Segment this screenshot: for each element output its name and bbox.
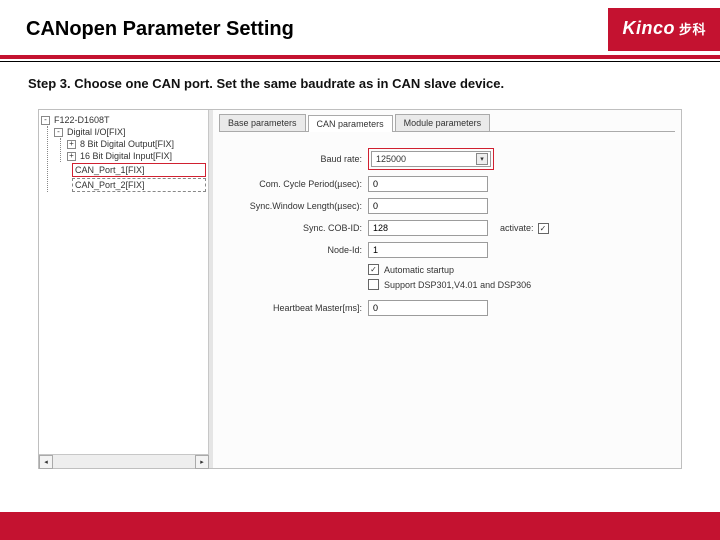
- expand-icon[interactable]: +: [67, 152, 76, 161]
- parameter-panel: Base parameters CAN parameters Module pa…: [213, 110, 681, 468]
- brand-logo: Kinco步科: [608, 8, 720, 51]
- divider-red: [0, 55, 720, 59]
- tree-item[interactable]: Digital I/O[FIX]: [67, 127, 126, 137]
- scroll-right-icon[interactable]: ▸: [195, 455, 209, 469]
- dsp-support-checkbox[interactable]: [368, 279, 379, 290]
- expand-icon[interactable]: -: [54, 128, 63, 137]
- scroll-left-icon[interactable]: ◂: [39, 455, 53, 469]
- expand-icon[interactable]: +: [67, 140, 76, 149]
- baud-label: Baud rate:: [227, 154, 362, 164]
- tab-bar: Base parameters CAN parameters Module pa…: [219, 114, 675, 132]
- baud-select[interactable]: 125000 ▾: [371, 151, 491, 167]
- heartbeat-label: Heartbeat Master[ms]:: [227, 303, 362, 313]
- com-cycle-input[interactable]: [368, 176, 488, 192]
- expand-icon[interactable]: -: [41, 116, 50, 125]
- node-id-label: Node-Id:: [227, 245, 362, 255]
- tab-module[interactable]: Module parameters: [395, 114, 491, 131]
- tree-item-can1[interactable]: CAN_Port_1[FIX]: [72, 163, 206, 177]
- heartbeat-input[interactable]: [368, 300, 488, 316]
- baud-highlight: 125000 ▾: [368, 148, 494, 170]
- tab-can[interactable]: CAN parameters: [308, 115, 393, 132]
- com-cycle-label: Com. Cycle Period(µsec):: [227, 179, 362, 189]
- sync-cob-input[interactable]: [368, 220, 488, 236]
- tab-base[interactable]: Base parameters: [219, 114, 306, 131]
- activate-label: activate:: [500, 223, 534, 233]
- horizontal-scrollbar[interactable]: ◂ ▸: [39, 454, 209, 468]
- dsp-support-label: Support DSP301,V4.01 and DSP306: [384, 280, 531, 290]
- sync-window-label: Sync.Window Length(µsec):: [227, 201, 362, 211]
- config-window: - F122-D1608T - Digital I/O[FIX] + 8 Bit…: [38, 109, 682, 469]
- tree-item[interactable]: 8 Bit Digital Output[FIX]: [80, 139, 174, 149]
- chevron-down-icon[interactable]: ▾: [476, 153, 488, 165]
- sync-cob-label: Sync. COB-ID:: [227, 223, 362, 233]
- tree-item[interactable]: 16 Bit Digital Input[FIX]: [80, 151, 172, 161]
- node-id-input[interactable]: [368, 242, 488, 258]
- instruction-text: Step 3. Choose one CAN port. Set the sam…: [0, 62, 720, 101]
- auto-startup-label: Automatic startup: [384, 265, 454, 275]
- sync-window-input[interactable]: [368, 198, 488, 214]
- footer-bar: [0, 512, 720, 540]
- tree-root[interactable]: F122-D1608T: [54, 115, 110, 125]
- auto-startup-checkbox[interactable]: ✓: [368, 264, 379, 275]
- device-tree: - F122-D1608T - Digital I/O[FIX] + 8 Bit…: [39, 110, 209, 468]
- activate-checkbox[interactable]: ✓: [538, 223, 549, 234]
- tree-item-can2[interactable]: CAN_Port_2[FIX]: [72, 178, 206, 192]
- page-title: CANopen Parameter Setting: [26, 18, 608, 41]
